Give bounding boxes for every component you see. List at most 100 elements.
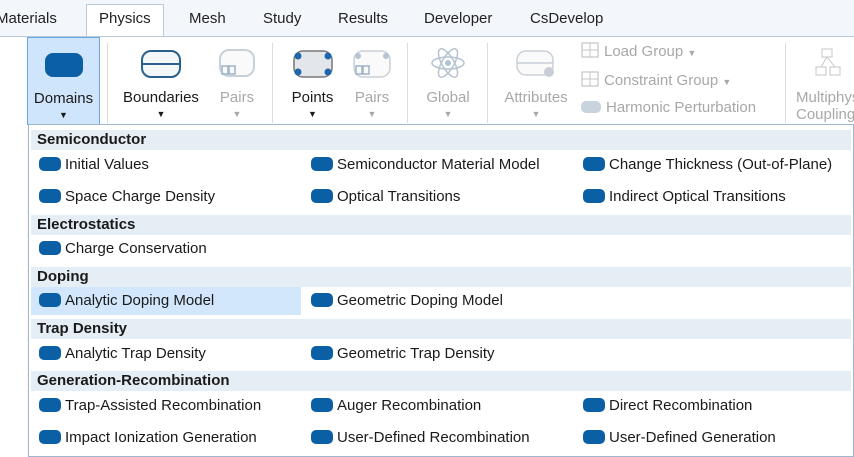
section-header-generation-recombination: Generation-Recombination bbox=[31, 371, 851, 391]
domain-feature-icon bbox=[311, 157, 333, 171]
constraint-group-button[interactable]: Constraint Group ▼ bbox=[580, 70, 731, 92]
attributes-icon bbox=[516, 50, 554, 77]
pairs-boundary-button[interactable]: Pairs ▼ bbox=[211, 37, 263, 125]
menu-item-label: Direct Recombination bbox=[609, 397, 753, 414]
tab-physics[interactable]: Physics bbox=[86, 4, 164, 37]
domain-feature-icon bbox=[39, 293, 61, 307]
menu-item-change-thickness[interactable]: Change Thickness (Out-of-Plane) bbox=[575, 151, 851, 179]
menu-item-analytic-doping-model[interactable]: Analytic Doping Model bbox=[31, 287, 301, 315]
point-icon bbox=[293, 50, 333, 78]
dropdown-arrow-icon: ▼ bbox=[308, 109, 317, 119]
menu-item-indirect-optical-transitions[interactable]: Indirect Optical Transitions bbox=[575, 183, 851, 211]
menu-item-charge-conservation[interactable]: Charge Conservation bbox=[31, 235, 301, 263]
menu-item-direct-recombination[interactable]: Direct Recombination bbox=[575, 392, 851, 420]
menu-item-trap-assisted-recombination[interactable]: Trap-Assisted Recombination bbox=[31, 392, 301, 420]
tab-materials[interactable]: Materials bbox=[0, 7, 57, 36]
menu-item-label: Trap-Assisted Recombination bbox=[65, 397, 262, 414]
domain-icon bbox=[45, 53, 83, 77]
menu-item-label: Geometric Trap Density bbox=[337, 345, 495, 362]
atom-icon bbox=[431, 48, 465, 78]
menu-item-label: Semiconductor Material Model bbox=[337, 156, 540, 173]
menu-item-geometric-doping-model[interactable]: Geometric Doping Model bbox=[303, 287, 573, 315]
domains-label: Domains bbox=[33, 90, 94, 107]
multiphysics-button[interactable]: Multiphysics Couplings bbox=[792, 37, 854, 125]
global-label: Global bbox=[426, 89, 470, 106]
section-header-electrostatics: Electrostatics bbox=[31, 215, 851, 235]
domains-button[interactable]: Domains ▼ bbox=[27, 37, 100, 125]
domain-feature-icon bbox=[583, 398, 605, 412]
domain-feature-icon bbox=[39, 430, 61, 444]
pairs-point-label: Pairs bbox=[354, 89, 390, 106]
menu-item-semiconductor-material-model[interactable]: Semiconductor Material Model bbox=[303, 151, 573, 179]
constraint-group-label: Constraint Group bbox=[604, 72, 719, 89]
tab-study[interactable]: Study bbox=[263, 7, 301, 36]
ribbon-toolbar: Domains ▼ Boundaries ▼ Pairs ▼ Points ▼ bbox=[0, 36, 854, 128]
menu-item-label: Indirect Optical Transitions bbox=[609, 188, 786, 205]
domain-feature-icon bbox=[311, 346, 333, 360]
ribbon-separator bbox=[107, 43, 108, 123]
ribbon-separator bbox=[785, 43, 786, 123]
harmonic-perturbation-button[interactable]: Harmonic Perturbation bbox=[580, 99, 756, 121]
points-label: Points bbox=[291, 89, 334, 106]
domain-feature-icon bbox=[39, 241, 61, 255]
boundary-pair-icon bbox=[219, 49, 255, 77]
section-header-doping: Doping bbox=[31, 267, 851, 287]
section-header-trap-density: Trap Density bbox=[31, 319, 851, 339]
menu-item-user-defined-generation[interactable]: User-Defined Generation bbox=[575, 424, 851, 452]
domain-feature-icon bbox=[583, 157, 605, 171]
load-group-label: Load Group bbox=[604, 43, 684, 60]
load-group-icon bbox=[581, 42, 599, 58]
menu-item-label: Optical Transitions bbox=[337, 188, 461, 205]
menu-item-user-defined-recombination[interactable]: User-Defined Recombination bbox=[303, 424, 573, 452]
multiphysics-label: Multiphysics Couplings bbox=[796, 89, 854, 123]
domains-dropdown-menu: Semiconductor Initial Values Semiconduct… bbox=[28, 124, 854, 457]
domain-feature-icon bbox=[583, 430, 605, 444]
points-button[interactable]: Points ▼ bbox=[281, 37, 344, 125]
domain-feature-icon bbox=[39, 157, 61, 171]
menu-item-impact-ionization-generation[interactable]: Impact Ionization Generation bbox=[31, 424, 301, 452]
menu-item-auger-recombination[interactable]: Auger Recombination bbox=[303, 392, 573, 420]
boundaries-button[interactable]: Boundaries ▼ bbox=[115, 37, 207, 125]
dropdown-arrow-icon: ▼ bbox=[722, 77, 732, 87]
attributes-button[interactable]: Attributes ▼ bbox=[498, 37, 574, 125]
dropdown-arrow-icon: ▼ bbox=[531, 109, 541, 119]
menu-item-label: Analytic Trap Density bbox=[65, 345, 206, 362]
menu-item-label: Space Charge Density bbox=[65, 188, 216, 205]
tab-results[interactable]: Results bbox=[338, 7, 388, 36]
pairs-point-button[interactable]: Pairs ▼ bbox=[346, 37, 398, 125]
menu-item-label: Change Thickness (Out-of-Plane) bbox=[609, 156, 833, 173]
boundary-icon bbox=[141, 50, 181, 78]
domain-feature-icon bbox=[39, 189, 61, 203]
menu-item-label: User-Defined Recombination bbox=[337, 429, 530, 446]
menu-item-geometric-trap-density[interactable]: Geometric Trap Density bbox=[303, 340, 573, 368]
harmonic-perturbation-icon bbox=[581, 101, 601, 113]
menu-item-optical-transitions[interactable]: Optical Transitions bbox=[303, 183, 573, 211]
domain-feature-icon bbox=[311, 398, 333, 412]
domain-feature-icon bbox=[583, 189, 605, 203]
menu-item-label: Analytic Doping Model bbox=[65, 292, 215, 309]
dropdown-arrow-icon: ▼ bbox=[232, 109, 242, 119]
point-pair-icon bbox=[353, 50, 391, 78]
menu-item-space-charge-density[interactable]: Space Charge Density bbox=[31, 183, 301, 211]
menu-item-label: User-Defined Generation bbox=[609, 429, 776, 446]
ribbon-separator bbox=[487, 43, 488, 123]
load-group-button[interactable]: Load Group ▼ bbox=[580, 41, 696, 63]
menu-item-label: Initial Values bbox=[65, 156, 149, 173]
attributes-label: Attributes bbox=[504, 89, 568, 106]
tab-mesh[interactable]: Mesh bbox=[189, 7, 226, 36]
ribbon-separator bbox=[407, 43, 408, 123]
menu-item-label: Geometric Doping Model bbox=[337, 292, 503, 309]
menu-item-analytic-trap-density[interactable]: Analytic Trap Density bbox=[31, 340, 301, 368]
multiphysics-icon bbox=[815, 48, 841, 76]
tab-csdevelop[interactable]: CsDevelop bbox=[530, 7, 603, 36]
harmonic-perturbation-label: Harmonic Perturbation bbox=[606, 99, 757, 116]
global-button[interactable]: Global ▼ bbox=[418, 37, 478, 125]
tab-developer[interactable]: Developer bbox=[424, 7, 492, 36]
menu-item-label: Charge Conservation bbox=[65, 240, 207, 257]
dropdown-arrow-icon: ▼ bbox=[59, 110, 68, 120]
dropdown-arrow-icon: ▼ bbox=[443, 109, 453, 119]
menu-item-initial-values[interactable]: Initial Values bbox=[31, 151, 301, 179]
boundaries-label: Boundaries bbox=[123, 89, 199, 106]
domain-feature-icon bbox=[311, 293, 333, 307]
ribbon-tab-strip: Materials Physics Mesh Study Results Dev… bbox=[0, 0, 854, 37]
